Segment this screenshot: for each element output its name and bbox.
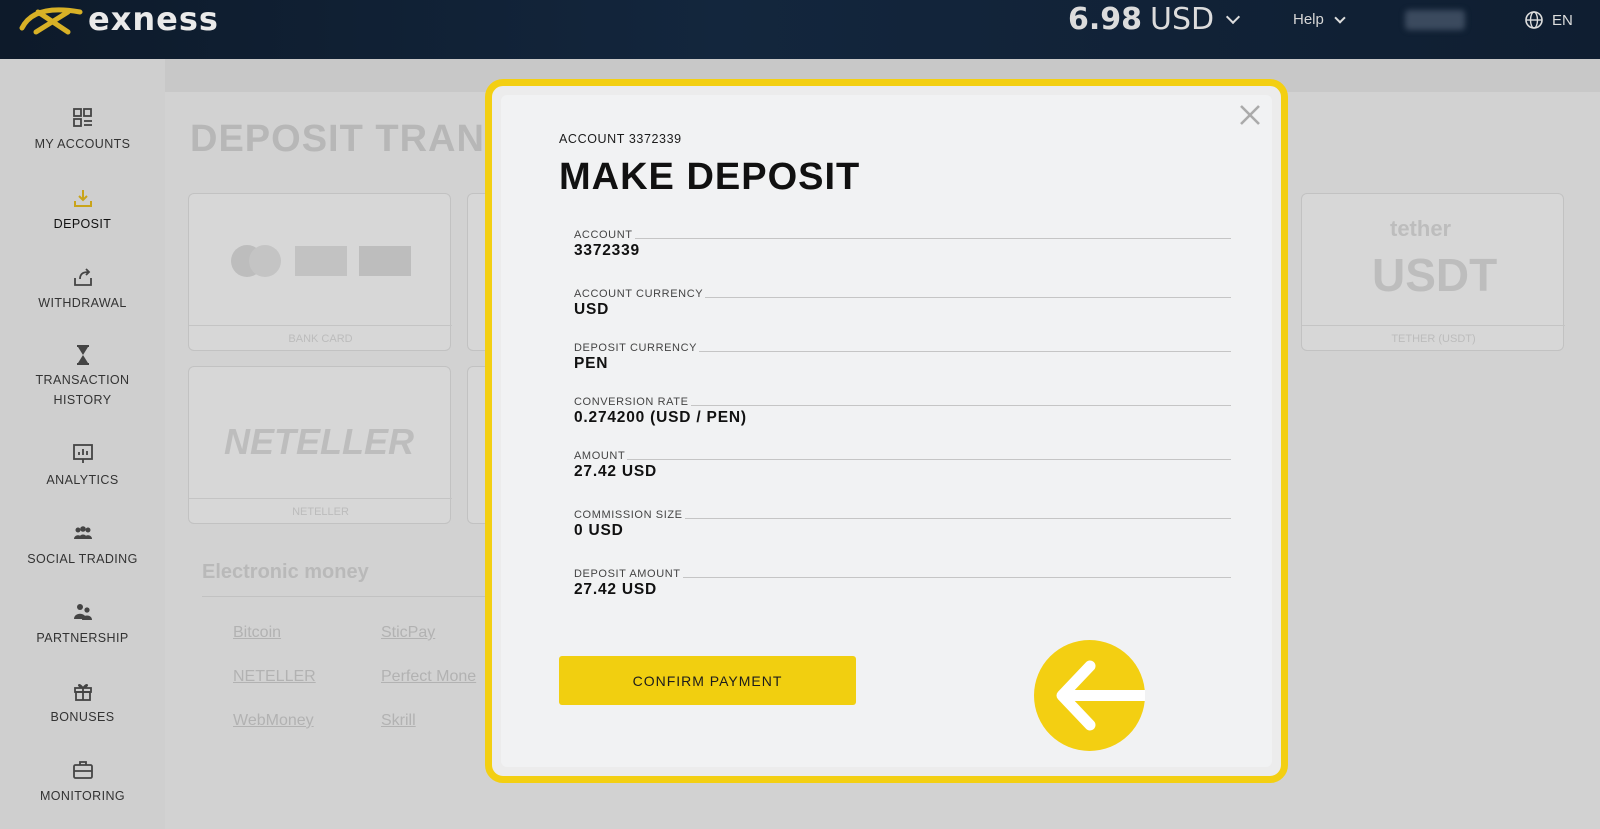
brand-name: exness <box>88 0 219 38</box>
help-menu[interactable]: Help <box>1293 11 1346 28</box>
sidebar-item-label-line1: TRANSACTION <box>35 373 130 387</box>
balance-currency: USD <box>1150 2 1215 37</box>
tether-usdt-label: USDT <box>1372 249 1498 301</box>
confirm-payment-button[interactable]: CONFIRM PAYMENT <box>559 656 856 705</box>
detail-key: DEPOSIT CURRENCY <box>574 342 698 354</box>
download-tray-icon <box>73 190 92 207</box>
card-brands-icon <box>231 245 411 277</box>
grid-list-icon <box>72 108 92 127</box>
chevron-down-icon <box>1334 11 1346 24</box>
user-menu-blurred[interactable] <box>1405 10 1465 30</box>
account-number-label: ACCOUNT 3372339 <box>559 132 682 146</box>
payment-card-neteller[interactable]: NETELLER NETELLER <box>188 366 452 524</box>
link-skrill[interactable]: Skrill <box>381 712 416 730</box>
background-page-title: DEPOSIT TRANS <box>190 118 512 160</box>
detail-value: USD <box>574 301 610 318</box>
neteller-logo: NETELLER <box>224 421 415 462</box>
sidebar-item-social-trading[interactable]: SOCIAL TRADING <box>0 522 165 566</box>
card-caption: NETELLER <box>189 498 452 518</box>
detail-row-conversion-rate: CONVERSION RATE 0.274200 (USD / PEN) <box>574 396 1231 427</box>
balance-amount: 6.98 <box>1068 2 1143 37</box>
card-caption: TETHER (USDT) <box>1302 325 1565 345</box>
dialog-title: MAKE DEPOSIT <box>559 156 861 198</box>
hourglass-icon <box>76 345 89 365</box>
link-perfect-money[interactable]: Perfect Mone <box>381 668 476 686</box>
link-neteller[interactable]: NETELLER <box>233 668 316 686</box>
group-people-icon <box>73 526 92 539</box>
sidebar-item-withdrawal[interactable]: WITHDRAWAL <box>0 266 165 310</box>
detail-key: CONVERSION RATE <box>574 396 689 408</box>
sidebar-item-label: BONUSES <box>50 710 115 724</box>
sidebar-item-my-accounts[interactable]: MY ACCOUNTS <box>0 107 165 151</box>
sidebar-item-label: MY ACCOUNTS <box>34 137 131 151</box>
close-icon[interactable] <box>1237 102 1263 128</box>
detail-key: COMMISSION SIZE <box>574 509 683 521</box>
sidebar-item-partnership[interactable]: PARTNERSHIP <box>0 601 165 645</box>
gift-icon <box>73 684 92 701</box>
sidebar-item-label-line2: HISTORY <box>53 393 112 407</box>
upload-share-icon <box>73 268 92 286</box>
detail-value: 3372339 <box>574 242 640 259</box>
detail-value: 0 USD <box>574 522 624 539</box>
sidebar-item-monitoring[interactable]: MONITORING <box>0 759 165 803</box>
section-divider <box>202 596 492 597</box>
detail-row-amount: AMOUNT 27.42 USD <box>574 450 1231 481</box>
link-webmoney[interactable]: WebMoney <box>233 712 314 730</box>
detail-value: 0.274200 (USD / PEN) <box>574 409 747 426</box>
sidebar-item-analytics[interactable]: ANALYTICS <box>0 443 165 487</box>
payment-card-tether[interactable]: tether USDT TETHER (USDT) <box>1301 193 1565 351</box>
exness-logo-icon <box>19 7 83 35</box>
tether-brand: tether <box>1390 216 1452 241</box>
detail-key: AMOUNT <box>574 450 626 462</box>
detail-key: ACCOUNT CURRENCY <box>574 288 704 300</box>
language-selector[interactable]: EN <box>1524 10 1573 30</box>
sidebar-item-label: ANALYTICS <box>46 473 119 487</box>
link-bitcoin[interactable]: Bitcoin <box>233 624 281 642</box>
payment-card-bank-card[interactable]: BANK CARD <box>188 193 452 351</box>
detail-value: 27.42 USD <box>574 463 658 480</box>
link-sticpay[interactable]: SticPay <box>381 624 435 642</box>
detail-value: 27.42 USD <box>574 581 658 598</box>
help-label: Help <box>1293 11 1324 28</box>
sidebar-nav: MY ACCOUNTS DEPOSIT WITHDRAWAL TRANSACTI… <box>0 59 165 829</box>
detail-row-commission-size: COMMISSION SIZE 0 USD <box>574 509 1231 540</box>
sidebar-item-bonuses[interactable]: BONUSES <box>0 680 165 724</box>
arrow-left-icon <box>1034 640 1145 751</box>
detail-row-account: ACCOUNT 3372339 <box>574 229 1231 260</box>
detail-row-deposit-currency: DEPOSIT CURRENCY PEN <box>574 342 1231 373</box>
partner-people-icon <box>73 604 92 620</box>
chart-monitor-icon <box>72 444 93 463</box>
sidebar-item-label: MONITORING <box>39 789 126 803</box>
sidebar-item-label: WITHDRAWAL <box>38 296 127 310</box>
balance-dropdown[interactable]: 6.98 USD <box>1068 2 1241 37</box>
sidebar-item-deposit[interactable]: DEPOSIT <box>0 187 165 231</box>
electronic-money-heading: Electronic money <box>202 561 369 583</box>
top-header: exness 6.98 USD Help EN <box>0 0 1600 59</box>
detail-key: ACCOUNT <box>574 229 633 241</box>
brand-logo[interactable]: exness <box>18 0 219 38</box>
globe-icon <box>1525 11 1543 29</box>
detail-row-account-currency: ACCOUNT CURRENCY USD <box>574 288 1231 319</box>
briefcase-icon <box>72 761 93 779</box>
sidebar-item-label: DEPOSIT <box>53 217 112 231</box>
detail-key: DEPOSIT AMOUNT <box>574 568 681 580</box>
detail-row-deposit-amount: DEPOSIT AMOUNT 27.42 USD <box>574 568 1231 599</box>
sidebar-item-transaction-history[interactable]: TRANSACTION HISTORY <box>0 344 165 410</box>
chevron-down-icon <box>1226 9 1241 24</box>
card-caption: BANK CARD <box>189 325 452 345</box>
detail-value: PEN <box>574 355 609 372</box>
sidebar-item-label: SOCIAL TRADING <box>27 552 138 566</box>
sidebar-item-label: PARTNERSHIP <box>36 631 129 645</box>
language-code: EN <box>1552 11 1573 29</box>
